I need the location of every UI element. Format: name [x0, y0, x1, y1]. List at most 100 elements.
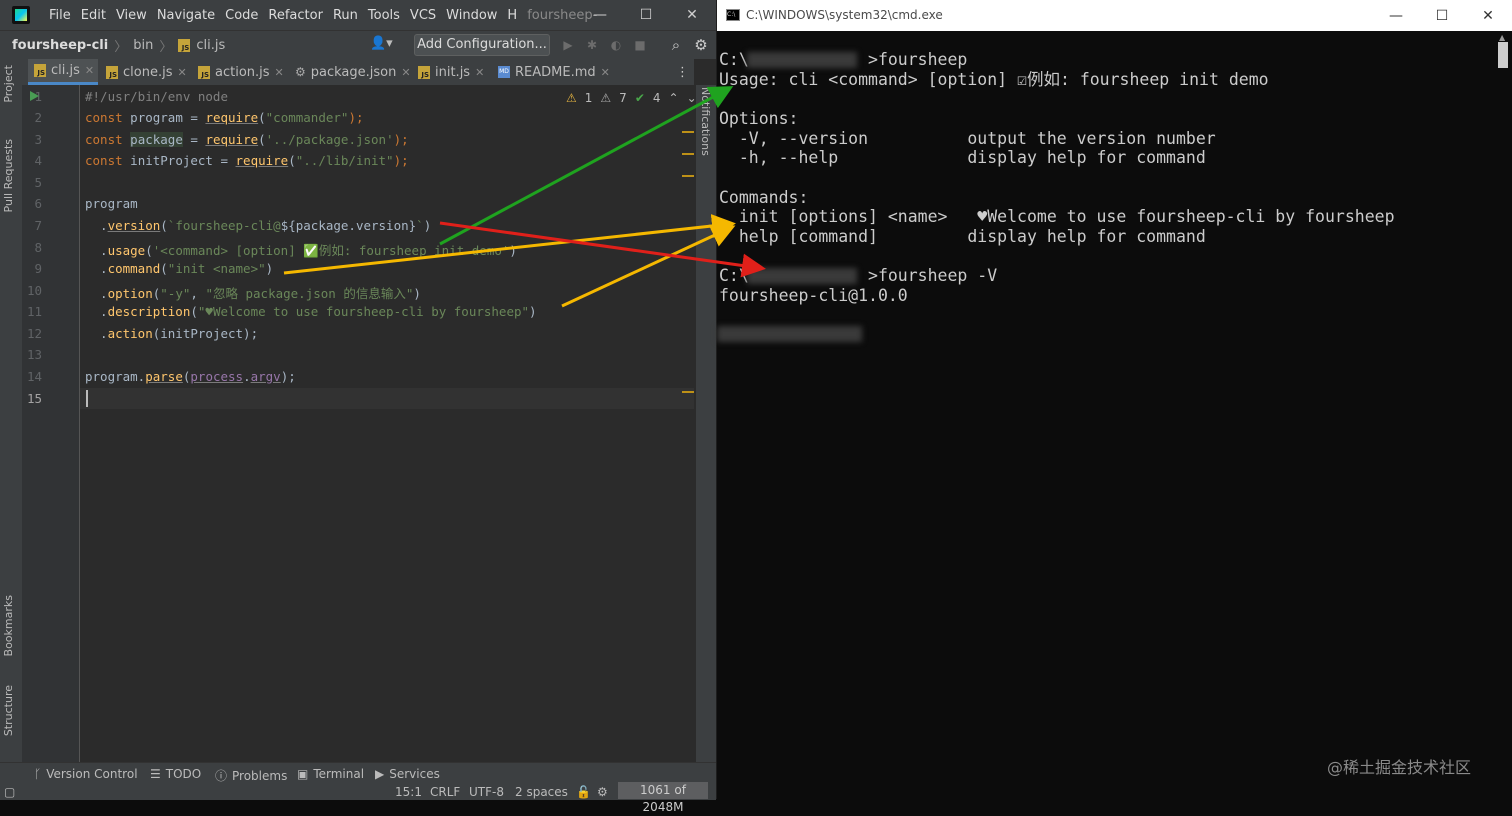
terminal-line: Options: [719, 109, 799, 128]
line-number: 12 [26, 326, 42, 341]
breadcrumb-separator-icon: 〉 [159, 40, 173, 55]
layout-icon[interactable]: ▢ [4, 785, 15, 799]
notifications-tool-tab[interactable]: Notifications [699, 87, 712, 156]
tool-label: Terminal [313, 767, 365, 781]
code-line-8: .usage('<command> [option] ✅例如: fourshee… [85, 243, 517, 258]
bookmarks-tool-tab[interactable]: Bookmarks [2, 595, 15, 656]
menu-view[interactable]: View [111, 8, 152, 23]
code-line-4: const initProject = require("../lib/init… [85, 153, 409, 168]
scroll-up-icon[interactable]: ▲ [1499, 33, 1505, 42]
tab-action-js[interactable]: JS action.js ✕ [198, 59, 284, 85]
menu-refactor[interactable]: Refactor [263, 8, 328, 23]
terminal-line: -V, --version output the version number [719, 129, 1216, 148]
menu-tools[interactable]: Tools [363, 8, 405, 23]
pull-requests-tool-tab[interactable]: Pull Requests [2, 139, 15, 212]
close-tab-icon[interactable]: ✕ [85, 64, 94, 77]
close-tab-icon[interactable]: ✕ [475, 66, 484, 79]
line-number: 6 [34, 196, 42, 211]
cmd-minimize-icon[interactable]: — [1373, 0, 1419, 31]
tabs-more-icon[interactable]: ⋮ [676, 59, 689, 85]
menu-edit[interactable]: Edit [76, 8, 111, 23]
menu-help[interactable]: H [502, 8, 522, 23]
menu-run[interactable]: Run [328, 8, 363, 23]
settings-gear-icon[interactable]: ⚙ [693, 37, 709, 53]
cmd-maximize-icon[interactable]: ☐ [1419, 0, 1465, 31]
tab-label: action.js [215, 64, 270, 80]
inspection-widget[interactable]: ⚠ 1 ⚠ 7 ✔ 4 ⌃ ⌄ [566, 91, 697, 105]
maximize-icon[interactable]: ☐ [623, 0, 669, 30]
tab-label: package.json [310, 64, 397, 80]
code-line-11: .description("♥Welcome to use foursheep-… [85, 304, 537, 319]
close-tab-icon[interactable]: ✕ [177, 66, 186, 79]
terminal-line: Usage: cli <command> [option] ☑例如: fours… [719, 70, 1269, 89]
tab-readme-md[interactable]: MD README.md ✕ [498, 59, 610, 85]
menu-code[interactable]: Code [220, 8, 263, 23]
close-tab-icon[interactable]: ✕ [401, 66, 410, 79]
file-encoding[interactable]: UTF-8 [469, 785, 504, 799]
todo-tool[interactable]: ☰ TODO [150, 767, 201, 781]
version-control-tool[interactable]: ᚴ Version Control [34, 767, 138, 781]
terminal-icon: ▣ [297, 767, 309, 781]
line-number: 8 [34, 240, 42, 255]
close-tab-icon[interactable]: ✕ [601, 66, 610, 79]
code-line-10: .option("-y", "忽略 package.json 的信息输入") [85, 286, 421, 301]
redacted-path [747, 268, 857, 284]
weak-warning-count: 7 [619, 91, 627, 105]
problems-tool[interactable]: ⓘ Problems [215, 767, 287, 784]
breadcrumb-project[interactable]: foursheep-cli [12, 38, 108, 53]
project-tool-tab[interactable]: Project [2, 65, 15, 103]
typo-check-icon: ✔ [634, 91, 645, 105]
tab-package-json[interactable]: ⚙ package.json ✕ [295, 59, 411, 85]
structure-tool-tab[interactable]: Structure [2, 685, 15, 736]
terminal-tool[interactable]: ▣ Terminal [297, 767, 364, 781]
cmd-scrollbar[interactable] [1498, 42, 1508, 68]
editor-tabs: JS cli.js ✕ JS clone.js ✕ JS action.js ✕… [22, 59, 694, 86]
code-editor[interactable] [80, 85, 694, 762]
user-icon[interactable]: 👤▾ [370, 36, 393, 51]
tab-cli-js[interactable]: JS cli.js ✕ [28, 59, 98, 85]
line-number: 14 [26, 369, 42, 384]
js-file-icon: JS [34, 64, 46, 77]
js-file-icon: JS [178, 39, 191, 52]
lock-icon[interactable]: 🔓 [576, 785, 591, 799]
cmd-close-icon[interactable]: ✕ [1465, 0, 1511, 31]
minimize-icon[interactable]: — [577, 0, 623, 30]
search-icon[interactable]: ⌕ [668, 37, 684, 53]
js-file-icon: JS [106, 65, 118, 79]
breadcrumb-folder[interactable]: bin [133, 38, 153, 53]
memory-indicator[interactable]: 1061 of 2048M [618, 782, 708, 814]
redacted-prompt [717, 326, 862, 342]
coverage-icon[interactable]: ◐ [608, 37, 624, 53]
run-gutter-icon[interactable] [30, 91, 39, 101]
run-icon[interactable]: ▶ [560, 37, 576, 53]
line-number: 7 [34, 218, 42, 233]
menu-file[interactable]: File [44, 8, 76, 23]
close-tab-icon[interactable]: ✕ [275, 66, 284, 79]
tool-label: Version Control [46, 767, 138, 781]
services-tool[interactable]: ▶ Services [375, 767, 440, 781]
menu-vcs[interactable]: VCS [405, 8, 441, 23]
warning-count: 1 [584, 91, 593, 105]
line-separator[interactable]: CRLF [430, 785, 460, 799]
chevron-up-icon[interactable]: ⌃ [669, 91, 679, 105]
breadcrumb: foursheep-cli 〉 bin 〉 JS cli.js [12, 36, 225, 55]
tab-clone-js[interactable]: JS clone.js ✕ [106, 59, 187, 85]
cmd-window: C:\ C:\WINDOWS\system32\cmd.exe — ☐ ✕ ▲ … [716, 0, 1512, 799]
branch-icon: ᚴ [34, 767, 42, 781]
stop-icon[interactable]: ■ [632, 37, 648, 53]
inspection-profile-icon[interactable]: ⚙ [597, 785, 608, 799]
tab-init-js[interactable]: JS init.js ✕ [418, 59, 484, 85]
code-line-12: .action(initProject); [85, 326, 259, 341]
breadcrumb-file[interactable]: cli.js [196, 38, 225, 53]
close-icon[interactable]: ✕ [669, 0, 715, 30]
tab-label: clone.js [123, 64, 173, 80]
menu-window[interactable]: Window [441, 8, 502, 23]
add-configuration-button[interactable]: Add Configuration... [414, 34, 550, 56]
right-tool-strip: Notifications [696, 85, 716, 762]
debug-icon[interactable]: ✱ [584, 37, 600, 53]
menu-navigate[interactable]: Navigate [152, 8, 220, 23]
indent-setting[interactable]: 2 spaces [515, 785, 568, 799]
caret-position[interactable]: 15:1 [395, 785, 422, 799]
terminal-line: -h, --help display help for command [719, 148, 1206, 167]
cmd-icon: C:\ [726, 9, 740, 21]
